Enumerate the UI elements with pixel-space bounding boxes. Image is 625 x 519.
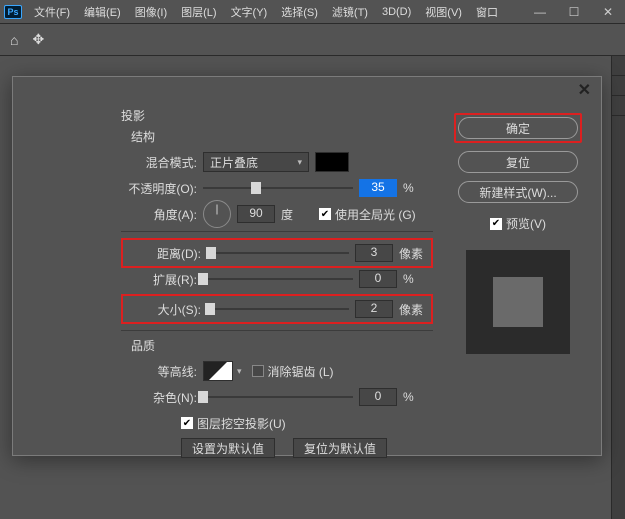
- checkbox-checked-icon[interactable]: ✔: [319, 208, 331, 220]
- opacity-label: 不透明度(O):: [121, 180, 203, 197]
- size-row: 大小(S): 2 像素: [125, 298, 429, 320]
- reset-default-button[interactable]: 复位为默认值: [293, 438, 387, 458]
- right-panel-strip: [611, 56, 625, 519]
- drop-shadow-panel: 投影 结构 混合模式: 正片叠底 ▾ 不透明度(O): 35 % 角度(A): …: [121, 107, 433, 458]
- spread-slider[interactable]: [203, 278, 353, 280]
- antialias-label: 消除锯齿 (L): [268, 363, 334, 380]
- noise-slider[interactable]: [203, 396, 353, 398]
- preview-swatch: [466, 250, 570, 354]
- move-tool-icon[interactable]: ✥: [32, 31, 44, 48]
- panel-title: 投影: [121, 107, 433, 124]
- noise-input[interactable]: 0: [359, 388, 397, 406]
- dialog-header: ✕: [13, 77, 601, 103]
- distance-row: 距离(D): 3 像素: [125, 242, 429, 264]
- distance-input[interactable]: 3: [355, 244, 393, 262]
- spread-label: 扩展(R):: [121, 271, 203, 288]
- blend-mode-value: 正片叠底: [210, 154, 258, 171]
- menu-layer[interactable]: 图层(L): [175, 2, 222, 22]
- size-unit: 像素: [399, 301, 429, 318]
- size-slider[interactable]: [207, 308, 349, 310]
- menu-select[interactable]: 选择(S): [275, 2, 324, 22]
- opacity-slider[interactable]: [203, 187, 353, 189]
- menu-image[interactable]: 图像(I): [129, 2, 173, 22]
- close-icon[interactable]: ✕: [578, 80, 591, 100]
- checkbox-checked-icon[interactable]: ✔: [181, 417, 193, 429]
- noise-unit: %: [403, 390, 433, 404]
- dialog-side-buttons: 确定 复位 新建样式(W)... ✔ 预览(V): [453, 113, 583, 354]
- layer-style-dialog: ✕ 确定 复位 新建样式(W)... ✔ 预览(V) 投影 结构 混合模式: 正…: [12, 76, 602, 456]
- menu-file[interactable]: 文件(F): [28, 2, 76, 22]
- angle-label: 角度(A):: [121, 206, 203, 223]
- contour-label: 等高线:: [121, 363, 203, 380]
- menu-bar: Ps 文件(F) 编辑(E) 图像(I) 图层(L) 文字(Y) 选择(S) 滤…: [0, 0, 625, 24]
- angle-dial[interactable]: [203, 200, 231, 228]
- menu-view[interactable]: 视图(V): [419, 2, 468, 22]
- minimize-button[interactable]: —: [523, 0, 557, 24]
- preview-checkbox[interactable]: ✔ 预览(V): [490, 215, 546, 232]
- shadow-color-swatch[interactable]: [315, 152, 349, 172]
- menu-type[interactable]: 文字(Y): [225, 2, 274, 22]
- opacity-row: 不透明度(O): 35 %: [121, 177, 433, 199]
- reset-button[interactable]: 复位: [458, 151, 578, 173]
- knockout-label: 图层挖空投影(U): [197, 415, 286, 432]
- contour-row: 等高线: ▾ 消除锯齿 (L): [121, 360, 433, 382]
- blend-mode-select[interactable]: 正片叠底 ▾: [203, 152, 309, 172]
- menu-window[interactable]: 窗口: [470, 2, 504, 22]
- size-label: 大小(S):: [125, 301, 207, 318]
- noise-row: 杂色(N): 0 %: [121, 386, 433, 408]
- highlight-annotation: 距离(D): 3 像素: [121, 238, 433, 268]
- menu-filter[interactable]: 滤镜(T): [326, 2, 374, 22]
- angle-row: 角度(A): 90 度 ✔ 使用全局光 (G): [121, 203, 433, 225]
- blend-mode-label: 混合模式:: [121, 154, 203, 171]
- options-bar: ⌂ ✥: [0, 24, 625, 56]
- knockout-row: ✔ 图层挖空投影(U): [181, 412, 433, 434]
- separator: [121, 231, 433, 232]
- app-icon: Ps: [4, 5, 22, 19]
- chevron-down-icon[interactable]: ▾: [237, 366, 242, 377]
- opacity-unit: %: [403, 181, 433, 195]
- menu-3d[interactable]: 3D(D): [376, 4, 417, 20]
- noise-label: 杂色(N):: [121, 389, 203, 406]
- new-style-button[interactable]: 新建样式(W)...: [458, 181, 578, 203]
- menu-edit[interactable]: 编辑(E): [78, 2, 127, 22]
- maximize-button[interactable]: ☐: [557, 0, 591, 24]
- contour-picker[interactable]: [203, 361, 233, 381]
- separator: [121, 330, 433, 331]
- antialias-checkbox[interactable]: [252, 365, 264, 377]
- highlight-annotation: 确定: [454, 113, 582, 143]
- blend-mode-row: 混合模式: 正片叠底 ▾: [121, 151, 433, 173]
- spread-unit: %: [403, 272, 433, 286]
- angle-unit: 度: [281, 206, 311, 223]
- global-light-label: 使用全局光 (G): [335, 206, 416, 223]
- spread-row: 扩展(R): 0 %: [121, 268, 433, 290]
- home-icon[interactable]: ⌂: [10, 32, 18, 48]
- chevron-down-icon: ▾: [297, 157, 302, 168]
- quality-label: 品质: [131, 337, 433, 354]
- preview-inner: [493, 277, 543, 327]
- close-button[interactable]: ✕: [591, 0, 625, 24]
- distance-label: 距离(D):: [125, 245, 207, 262]
- opacity-input[interactable]: 35: [359, 179, 397, 197]
- checkbox-checked-icon: ✔: [490, 218, 502, 230]
- size-input[interactable]: 2: [355, 300, 393, 318]
- structure-label: 结构: [131, 128, 433, 145]
- preview-label: 预览(V): [506, 215, 546, 232]
- spread-input[interactable]: 0: [359, 270, 397, 288]
- make-default-button[interactable]: 设置为默认值: [181, 438, 275, 458]
- angle-input[interactable]: 90: [237, 205, 275, 223]
- ok-button[interactable]: 确定: [458, 117, 578, 139]
- highlight-annotation: 大小(S): 2 像素: [121, 294, 433, 324]
- window-controls: — ☐ ✕: [523, 0, 625, 24]
- distance-unit: 像素: [399, 245, 429, 262]
- default-buttons: 设置为默认值 复位为默认值: [181, 438, 433, 458]
- distance-slider[interactable]: [207, 252, 349, 254]
